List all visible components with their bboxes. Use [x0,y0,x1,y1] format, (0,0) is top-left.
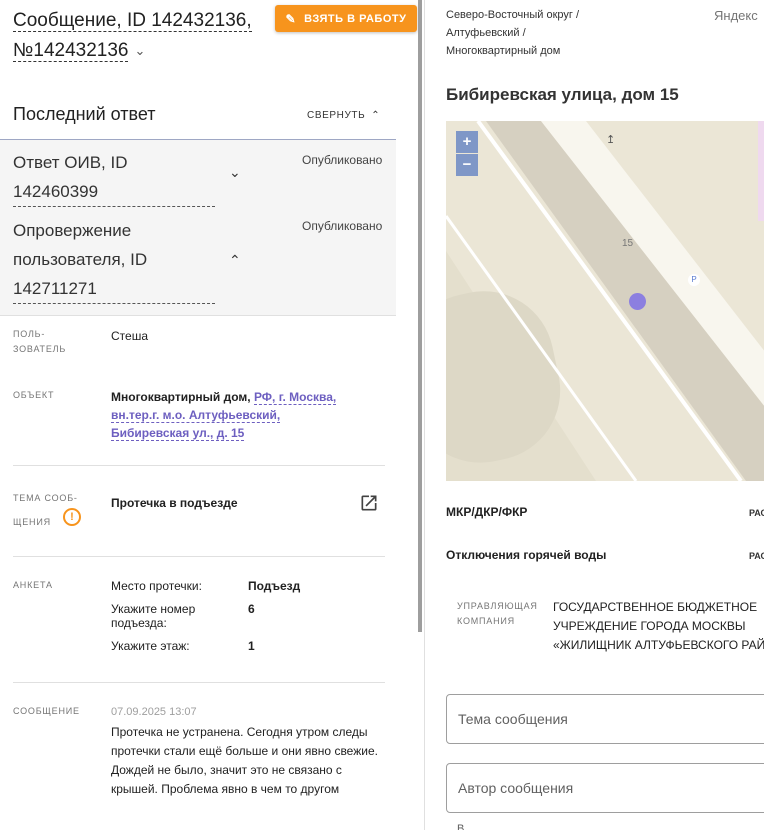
answer-oiv-line2: 142460399 [13,177,215,207]
user-label: ПОЛЬ- ЗОВАТЕЛЬ [13,327,66,357]
map-parking-icon: P [688,274,700,286]
mkr-label: МКР/ДКР/ФКР [446,505,528,519]
management-company-label: УПРАВЛЯЮЩАЯ КОМПАНИЯ [457,599,538,629]
open-external-icon[interactable] [359,493,379,513]
divider [13,465,385,466]
zoom-in-button[interactable]: + [456,131,478,153]
survey-answer: Подъезд [248,579,301,593]
message-title-line1: Сообщение, ID 142432136, [13,10,252,32]
object-address-link-2[interactable]: вн.тер.г. м.о. Алтуфьевский, [111,408,281,423]
answer-oiv-line1: Ответ ОИВ, ID [13,153,128,172]
message-title[interactable]: Сообщение, ID 142432136, №142432136 ⌄ [13,6,263,66]
yandex-link[interactable]: Яндекс [714,8,758,23]
user-label-line1: ПОЛЬ- [13,329,46,339]
survey-question: Место протечки: [111,579,202,593]
survey-answer: 6 [248,602,255,616]
answer-refutation-line3: 142711271 [13,274,215,304]
object-value: Многоквартирный дом, РФ, г. Москва, вн.т… [111,388,371,442]
chevron-up-icon[interactable]: ⌃ [229,252,241,269]
left-scrollbar[interactable] [418,0,422,632]
topic-input[interactable] [447,695,764,743]
answers-list: Ответ ОИВ, ID 142460399 Опубликовано ⌄ О… [0,139,396,316]
object-panel: Северо-Восточный округ / Алтуфьевский / … [425,0,764,830]
breadcrumb-area[interactable]: Алтуфьевский / [446,27,526,39]
object-address: Бибиревская улица, дом 15 [446,85,679,104]
message-label: СООБЩЕНИЕ [13,706,80,716]
partial-text: В [457,823,465,830]
user-value: Стеша [111,329,149,343]
message-panel: Сообщение, ID 142432136, №142432136 ⌄ ✎ В… [0,0,420,830]
answer-refutation-title[interactable]: Опровержение пользователя, ID 142711271 [13,216,215,304]
breadcrumb-object-type[interactable]: Многоквартирный дом [446,45,560,57]
object-address-link-3[interactable]: Бибиревская ул., д. 15 [111,426,245,441]
topic-field[interactable] [446,694,764,744]
divider [13,682,385,683]
author-field[interactable] [446,763,764,813]
breadcrumb-district[interactable]: Северо-Восточный округ / [446,9,579,21]
management-company-line2: УЧРЕЖДЕНИЕ ГОРОДА МОСКВЫ [553,619,746,633]
map-zoom-controls: + − [456,131,478,176]
zoom-out-button[interactable]: − [456,154,478,176]
survey-answer: 1 [248,639,255,653]
breadcrumb: Северо-Восточный округ / Алтуфьевский / … [446,6,579,60]
take-to-work-label: ВЗЯТЬ В РАБОТУ [304,12,407,25]
chevron-up-icon: ⌃ [371,110,381,121]
object-label: ОБЪЕКТ [13,390,55,400]
warning-icon: ! [63,508,81,526]
management-company-line1: ГОСУДАРСТВЕННОЕ БЮДЖЕТНОЕ [553,600,758,614]
object-address-link-1[interactable]: РФ, г. Москва, [253,390,337,405]
management-company-label-line1: УПРАВЛЯЮЩАЯ [457,601,538,611]
management-company-value: ГОСУДАРСТВЕННОЕ БЮДЖЕТНОЕ УЧРЕЖДЕНИЕ ГОР… [553,598,764,655]
collapse-button[interactable]: СВЕРНУТЬ ⌃ [307,110,380,121]
topic-value: Протечка в подъезде [111,496,238,510]
divider [13,556,385,557]
object-type: Многоквартирный дом, [111,390,251,404]
map-house-number: 15 [622,238,634,249]
message-date: 07.09.2025 13:07 [111,706,197,718]
topic-label-line1: ТЕМА СООБ- [13,493,78,503]
topic-label-line2: ЩЕНИЯ [13,517,51,527]
author-input[interactable] [447,764,764,812]
answer-oiv-status: Опубликовано [302,153,383,167]
survey-question-line1: Укажите номер [111,602,196,616]
map[interactable]: 15 P ↥ + − [446,121,764,481]
map-marker[interactable] [629,293,646,310]
map-canvas [446,121,764,481]
user-label-line2: ЗОВАТЕЛЬ [13,344,67,354]
chevron-down-icon[interactable]: ⌄ [229,164,241,181]
take-to-work-button[interactable]: ✎ ВЗЯТЬ В РАБОТУ [275,5,417,32]
answer-refutation-line2: пользователя, ID [13,250,148,269]
pencil-icon: ✎ [285,11,297,26]
chevron-down-icon[interactable]: ⌄ [134,36,145,66]
hot-water-tag[interactable]: РАС [749,551,764,561]
answer-refutation-status: Опубликовано [302,219,383,233]
hot-water-label: Отключения горячей воды [446,548,607,562]
mkr-tag[interactable]: РАС [749,508,764,518]
survey-question-line2: подъезда: [111,616,167,630]
survey-question: Укажите номер подъезда: [111,602,195,630]
message-title-line2: №142432136 [13,40,129,63]
survey-label: АНКЕТА [13,580,53,590]
answer-oiv-title[interactable]: Ответ ОИВ, ID 142460399 [13,148,215,207]
survey-question: Укажите этаж: [111,639,190,653]
answer-refutation-line1: Опровержение [13,221,132,240]
message-text: Протечка не устранена. Сегодня утром сле… [111,725,378,796]
last-answer-heading: Последний ответ [13,104,156,124]
management-company-line3: «ЖИЛИЩНИК АЛТУФЬЕВСКОГО РАЙ [553,638,764,652]
management-company-label-line2: КОМПАНИЯ [457,616,515,626]
map-poi-icon: ↥ [606,134,616,146]
collapse-label: СВЕРНУТЬ [307,110,366,121]
